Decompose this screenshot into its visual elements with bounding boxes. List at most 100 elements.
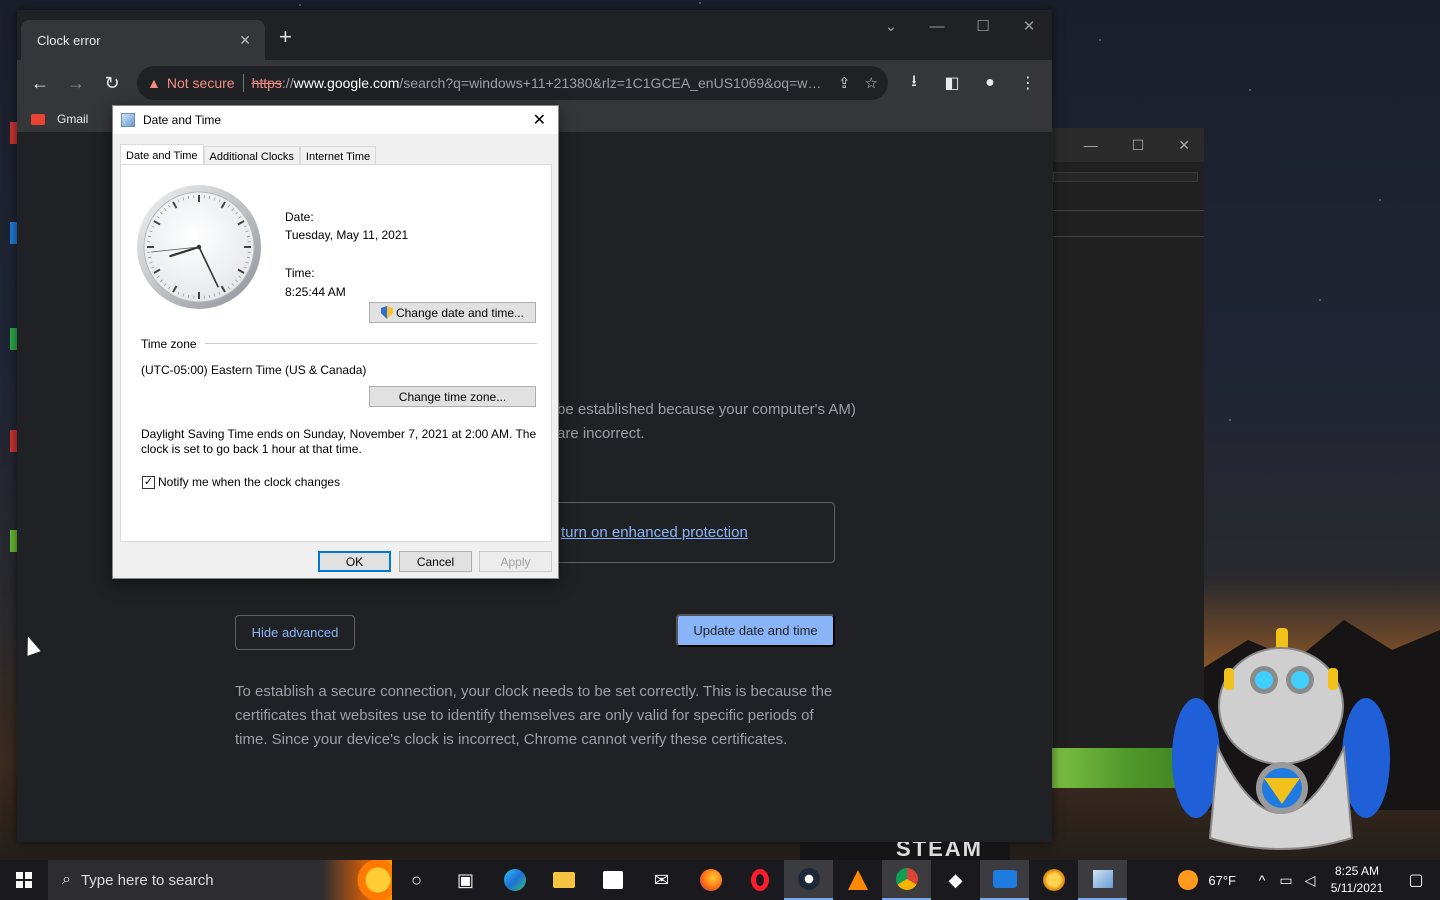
network-icon[interactable]: ▭ — [1274, 872, 1298, 889]
uac-shield-icon — [380, 306, 393, 319]
volume-icon[interactable]: ◁ — [1298, 872, 1322, 889]
tab-additional-clocks[interactable]: Additional Clocks — [203, 146, 300, 166]
address-bar[interactable]: ▲ Not secure https://www.google.com/sear… — [137, 66, 888, 100]
cortana-icon[interactable]: ○ — [392, 860, 441, 900]
mail-icon[interactable]: ✉ — [637, 860, 686, 900]
url-path: /search?q=windows+11+21380&rlz=1C1GCEA_e… — [399, 75, 824, 91]
side-panel-icon[interactable]: ◧ — [936, 73, 968, 93]
close-tab-icon[interactable]: ✕ — [239, 32, 251, 49]
change-timezone-button[interactable]: Change time zone... — [369, 386, 536, 407]
new-tab-icon[interactable]: + — [279, 24, 292, 50]
analog-clock — [137, 185, 261, 309]
notify-label[interactable]: Notify me when the clock changes — [158, 475, 340, 489]
forward-icon[interactable]: → — [61, 73, 91, 94]
dialog-title: Date and Time — [143, 113, 222, 127]
firefox-icon[interactable] — [686, 860, 735, 900]
weather-icon[interactable] — [1178, 870, 1199, 890]
date-time-app-icon — [121, 113, 135, 127]
ok-button[interactable]: OK — [318, 551, 391, 572]
chrome-icon[interactable] — [882, 860, 931, 900]
divider — [1053, 236, 1204, 237]
fox-app-icon[interactable]: ◆ — [931, 860, 980, 900]
tab-title: Clock error — [37, 32, 101, 48]
back-icon[interactable]: ← — [25, 73, 55, 94]
dialog-tabs: Date and Time Additional Clocks Internet… — [120, 144, 377, 166]
apply-button[interactable]: Apply — [479, 551, 552, 572]
weather-temp[interactable]: 67°F — [1208, 873, 1236, 888]
toolbar: ← → ↻ ▲ Not secure https://www.google.co… — [17, 60, 1052, 106]
notify-checkbox[interactable]: ✓ — [142, 476, 155, 489]
app-icon-sun[interactable] — [1029, 860, 1078, 900]
edge-icon[interactable] — [490, 860, 539, 900]
tab-clock-error[interactable]: Clock error ✕ — [21, 20, 265, 60]
profile-icon[interactable]: ● — [974, 74, 1006, 92]
app-icon-blue[interactable] — [980, 860, 1029, 900]
share-icon[interactable]: ⇪ — [838, 74, 851, 92]
url-host: www.google.com — [293, 75, 400, 91]
clock-center — [196, 244, 202, 250]
maximize-icon[interactable]: ☐ — [1132, 137, 1145, 154]
taskbar: ⌕ Type here to search ○ ▣ ✉ ◆ 67°F ^ ▭ ◁… — [0, 860, 1440, 900]
system-tray: 67°F ^ ▭ ◁ 8:25 AM 5/11/2021 ▢ — [1178, 860, 1440, 900]
store-icon[interactable] — [588, 860, 637, 900]
vlc-icon[interactable] — [833, 860, 882, 900]
date-label: Date: — [285, 210, 314, 224]
tab-date-and-time[interactable]: Date and Time — [120, 144, 204, 166]
search-placeholder: Type here to search — [80, 871, 214, 889]
date-time-dialog: Date and Time ✕ Date and Time Additional… — [112, 105, 559, 579]
date-value: Tuesday, May 11, 2021 — [285, 228, 409, 242]
maximize-icon[interactable]: ☐ — [960, 17, 1006, 35]
opera-icon[interactable] — [735, 860, 784, 900]
taskbar-date: 5/11/2021 — [1330, 881, 1384, 895]
divider — [205, 343, 537, 344]
background-window-controls: — ☐ ✕ — [1053, 128, 1204, 162]
steam-icon[interactable] — [784, 860, 833, 900]
file-explorer-icon[interactable] — [539, 860, 588, 900]
divider — [1053, 172, 1198, 182]
taskbar-clock[interactable]: 8:25 AM 5/11/2021 — [1322, 863, 1392, 897]
bookmark-star-icon[interactable]: ☆ — [865, 74, 878, 92]
close-icon[interactable]: ✕ — [1178, 137, 1190, 154]
divider — [1053, 210, 1204, 211]
reload-icon[interactable]: ↻ — [97, 73, 127, 94]
timezone-heading: Time zone — [141, 337, 197, 351]
warning-icon[interactable]: ▲ — [147, 75, 161, 91]
taskbar-time: 8:25 AM — [1334, 864, 1380, 878]
change-date-time-button[interactable]: Change date and time... — [369, 302, 536, 323]
time-label: Time: — [285, 266, 315, 280]
windows-logo-icon — [16, 872, 32, 888]
cancel-button[interactable]: Cancel — [399, 551, 472, 572]
security-label[interactable]: Not secure — [167, 75, 235, 91]
timezone-value: (UTC-05:00) Eastern Time (US & Canada) — [141, 363, 367, 377]
date-time-taskbar-icon[interactable] — [1078, 860, 1127, 900]
steam-logo-text: STEAM — [800, 842, 1010, 860]
dst-note: Daylight Saving Time ends on Sunday, Nov… — [141, 427, 537, 456]
start-button[interactable] — [0, 860, 48, 900]
clock-explanation: To establish a secure connection, your c… — [235, 683, 833, 748]
dialog-titlebar[interactable]: Date and Time ✕ — [113, 106, 558, 134]
update-date-time-button[interactable]: Update date and time — [676, 614, 835, 647]
task-view-icon[interactable]: ▣ — [441, 860, 490, 900]
minimize-icon[interactable]: — — [1084, 137, 1098, 153]
menu-icon[interactable]: ⋮ — [1012, 73, 1044, 93]
close-icon[interactable]: ✕ — [533, 110, 550, 130]
chevron-up-icon[interactable]: ^ — [1250, 872, 1274, 888]
close-icon[interactable]: ✕ — [1006, 17, 1052, 35]
bookmark-gmail[interactable]: Gmail — [57, 112, 88, 126]
hide-advanced-button[interactable]: Hide advanced — [235, 615, 355, 650]
taskbar-search[interactable]: ⌕ Type here to search — [48, 860, 392, 900]
date-time-panel: Date: Tuesday, May 11, 2021 Time: 8:25:4… — [120, 164, 552, 542]
time-value: 8:25:44 AM — [285, 285, 346, 299]
robot-mascot — [1172, 628, 1390, 850]
tab-search-icon[interactable]: ⌄ — [868, 17, 914, 35]
minimize-icon[interactable]: — — [914, 18, 960, 35]
gmail-icon — [31, 113, 45, 125]
download-icon[interactable]: ⭳ — [898, 70, 930, 97]
url-scheme: https — [251, 75, 282, 91]
enhanced-protection-link[interactable]: turn on enhanced protection — [561, 524, 748, 541]
change-date-time-label: Change date and time... — [395, 305, 525, 320]
tab-internet-time[interactable]: Internet Time — [299, 146, 377, 166]
notification-icon[interactable]: ▢ — [1392, 870, 1440, 890]
tab-strip: Clock error ✕ + ⌄ — ☐ ✕ — [17, 10, 1052, 60]
search-icon: ⌕ — [62, 871, 71, 888]
